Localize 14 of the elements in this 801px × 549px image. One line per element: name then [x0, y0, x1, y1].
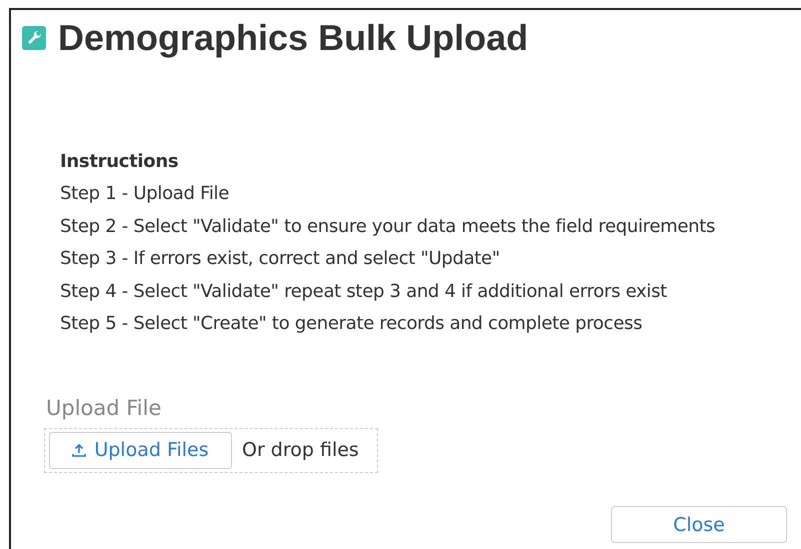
instructions-heading: Instructions	[60, 150, 180, 174]
instruction-step: Step 3 - If errors exist, correct and select "Update"	[60, 243, 801, 276]
dialog-title: Demographics Bulk Upload	[58, 18, 528, 58]
instruction-step: Step 4 - Select "Validate" repeat step 3 and 4 if additional errors exist	[60, 276, 801, 308]
wrench-icon	[22, 26, 46, 50]
drop-zone[interactable]: Upload Files Or drop files	[44, 428, 378, 473]
drop-hint: Or drop files	[242, 439, 359, 462]
close-button[interactable]: Close	[611, 506, 787, 543]
upload-files-button[interactable]: Upload Files	[49, 432, 232, 469]
field-label: Upload File	[46, 396, 162, 420]
instruction-step: Step 1 - Upload File	[60, 178, 801, 211]
upload-icon	[72, 443, 86, 458]
instruction-step: Step 5 - Select "Create" to generate records and complete process	[60, 308, 801, 341]
instruction-step: Step 2 - Select "Validate" to ensure your data meets the field requirements	[60, 210, 801, 244]
